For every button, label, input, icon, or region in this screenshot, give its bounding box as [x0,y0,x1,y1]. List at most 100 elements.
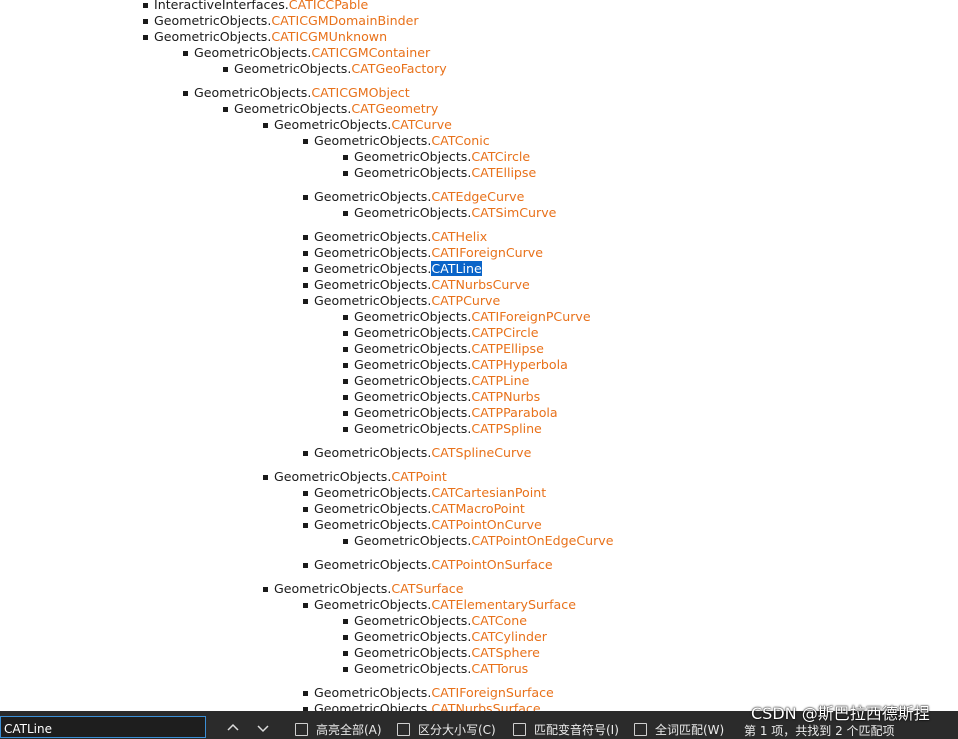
class-link[interactable]: CATICCPable [289,0,368,12]
tree-item: GeometricObjects.CATConic [303,133,490,149]
tree-item: GeometricObjects.CATCone [343,613,527,629]
tree-item: GeometricObjects.CATPParabola [343,405,558,421]
class-link[interactable]: CATPointOnEdgeCurve [471,533,613,548]
match-diacritics-checkbox[interactable]: 匹配变音符号(I) [513,721,619,737]
whole-words-checkbox[interactable]: 全词匹配(W) [634,721,724,737]
class-link[interactable]: CATCurve [391,117,452,132]
class-link[interactable]: CATIForeignSurface [431,685,553,700]
namespace-prefix: GeometricObjects. [354,325,472,340]
class-link[interactable]: CATNurbsSurface [431,701,540,711]
tree-item: GeometricObjects.CATIForeignPCurve [343,309,591,325]
class-link[interactable]: CATPParabola [471,405,557,420]
bullet-icon [343,379,348,384]
class-link[interactable]: CATMacroPoint [431,501,525,516]
namespace-prefix: GeometricObjects. [354,405,472,420]
class-link[interactable]: CATSphere [471,645,540,660]
class-link[interactable]: CATSimCurve [471,205,556,220]
tree-item: GeometricObjects.CATPEllipse [343,341,544,357]
class-link[interactable]: CATTorus [471,661,528,676]
tree-item-text: GeometricObjects.CATCurve [274,117,452,132]
tree-item-text: GeometricObjects.CATPCircle [354,325,538,340]
namespace-prefix: GeometricObjects. [354,341,472,356]
tree-item-text: GeometricObjects.CATPSpline [354,421,542,436]
class-link[interactable]: CATPointOnCurve [431,517,541,532]
highlight-all-checkbox[interactable]: 高亮全部(A) [295,721,382,737]
class-link[interactable]: CATCone [471,613,527,628]
class-link[interactable]: CATNurbsCurve [431,277,529,292]
bullet-icon [263,123,268,128]
class-link[interactable]: CATPCircle [471,325,538,340]
class-link[interactable]: CATHelix [431,229,487,244]
namespace-prefix: GeometricObjects. [314,517,432,532]
find-input[interactable] [0,716,206,738]
namespace-prefix: GeometricObjects. [314,685,432,700]
checkbox-box[interactable] [513,722,526,736]
tree-item-text: InteractiveInterfaces.CATICCPable [154,0,368,12]
tree-item-text: GeometricObjects.CATCone [354,613,527,628]
namespace-prefix: GeometricObjects. [314,133,432,148]
class-link[interactable]: CATPLine [471,373,529,388]
tree-item-text: GeometricObjects.CATPEllipse [354,341,544,356]
class-link[interactable]: CATPCurve [431,293,500,308]
class-link[interactable]: CATCylinder [471,629,547,644]
namespace-prefix: GeometricObjects. [314,485,432,500]
bullet-icon [343,211,348,216]
class-hierarchy-tree: InteractiveInterfaces.CATICCPable Geometr… [0,0,958,711]
namespace-prefix: GeometricObjects. [314,557,432,572]
class-link[interactable]: CATPNurbs [471,389,540,404]
namespace-prefix: GeometricObjects. [354,661,472,676]
class-link-highlighted[interactable]: CATLine [431,261,482,276]
tree-item: GeometricObjects.CATIForeignSurface [303,685,554,701]
bullet-icon [343,619,348,624]
namespace-prefix: GeometricObjects. [314,501,432,516]
class-link[interactable]: CATPointOnSurface [431,557,552,572]
class-link[interactable]: CATCircle [471,149,530,164]
find-next-button[interactable] [254,719,272,737]
class-link[interactable]: CATConic [431,133,489,148]
checkbox-box[interactable] [295,722,308,736]
tree-item-text: GeometricObjects.CATEdgeCurve [314,189,524,204]
class-link[interactable]: CATIForeignPCurve [471,309,590,324]
class-link[interactable]: CATPHyperbola [471,357,567,372]
match-case-checkbox[interactable]: 区分大小写(C) [397,721,496,737]
bullet-icon [303,691,308,696]
tree-item-text: GeometricObjects.CATHelix [314,229,487,244]
class-link[interactable]: CATIForeignCurve [431,245,543,260]
tree-item: GeometricObjects.CATGeometry [223,101,438,117]
bullet-icon [223,107,228,112]
namespace-prefix: GeometricObjects. [354,629,472,644]
tree-item-text: GeometricObjects.CATPointOnEdgeCurve [354,533,614,548]
tree-item-text: GeometricObjects.CATIForeignSurface [314,685,554,700]
namespace-prefix: GeometricObjects. [354,373,472,388]
class-link[interactable]: CATPEllipse [471,341,543,356]
tree-item: GeometricObjects.CATSplineCurve [303,445,531,461]
tree-item: GeometricObjects.CATICGMObject [183,85,410,101]
class-link[interactable]: CATICGMDomainBinder [271,13,418,28]
tree-item: GeometricObjects.CATICGMDomainBinder [143,13,419,29]
tree-item-text: GeometricObjects.CATEllipse [354,165,536,180]
namespace-prefix: GeometricObjects. [354,357,472,372]
checkbox-box[interactable] [634,722,647,736]
bullet-icon [343,331,348,336]
checkbox-box[interactable] [397,722,410,736]
class-link[interactable]: CATPSpline [471,421,541,436]
class-link[interactable]: CATICGMObject [311,85,409,100]
class-link[interactable]: CATPoint [391,469,446,484]
class-link[interactable]: CATICGMUnknown [271,29,387,44]
class-link[interactable]: CATGeometry [351,101,438,116]
class-link[interactable]: CATCartesianPoint [431,485,546,500]
class-link[interactable]: CATEdgeCurve [431,189,524,204]
class-link[interactable]: CATElementarySurface [431,597,576,612]
find-previous-button[interactable] [224,719,242,737]
class-link[interactable]: CATEllipse [471,165,536,180]
class-link[interactable]: CATSplineCurve [431,445,531,460]
bullet-icon [303,267,308,272]
class-link[interactable]: CATICGMContainer [311,45,430,60]
class-link[interactable]: CATSurface [391,581,463,596]
tree-item: GeometricObjects.CATGeoFactory [223,61,447,77]
class-link[interactable]: CATGeoFactory [351,61,446,76]
chevron-up-icon [227,723,239,731]
tree-item: GeometricObjects.CATPointOnCurve [303,517,542,533]
tree-item: GeometricObjects.CATPoint [263,469,447,485]
tree-item: GeometricObjects.CATCylinder [343,629,547,645]
